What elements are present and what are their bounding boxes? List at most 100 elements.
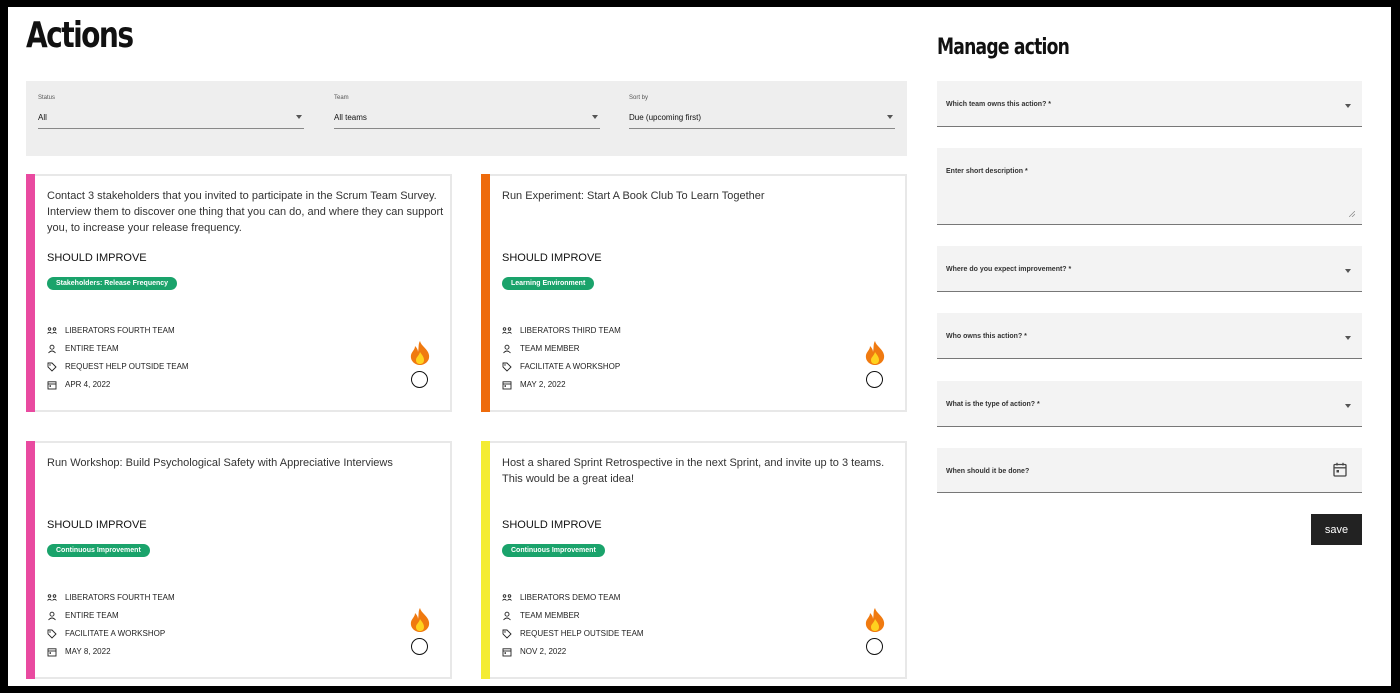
card-owner: TEAM MEMBER: [520, 344, 580, 353]
team-filter-label: Team: [334, 95, 349, 101]
caret-down-icon: [1345, 336, 1351, 340]
card-due-row: MAY 2, 2022: [502, 378, 802, 392]
calendar-icon: [502, 648, 512, 657]
card-owner: TEAM MEMBER: [520, 611, 580, 620]
caret-down-icon: [296, 115, 302, 119]
card-owner-row: ENTIRE TEAM: [47, 342, 347, 356]
card-team-row: LIBERATORS FOURTH TEAM: [47, 591, 347, 605]
action-card[interactable]: Run Experiment: Start A Book Club To Lea…: [481, 174, 907, 412]
caret-down-icon: [1345, 269, 1351, 273]
complete-checkbox[interactable]: [866, 371, 883, 388]
calendar-icon: [502, 381, 512, 390]
action-type-select[interactable]: What is the type of action? *: [937, 381, 1362, 427]
app-frame: Actions Status All Team All teams Sort b…: [8, 7, 1391, 686]
person-icon: [48, 344, 56, 354]
card-description: Contact 3 stakeholders that you invited …: [47, 190, 444, 234]
caret-down-icon: [1345, 104, 1351, 108]
save-button[interactable]: save: [1311, 514, 1362, 545]
improvement-select[interactable]: Where do you expect improvement? *: [937, 246, 1362, 292]
tag-icon: [502, 362, 512, 372]
owner-select[interactable]: Who owns this action? *: [937, 313, 1362, 359]
team-select-label: Which team owns this action? *: [946, 101, 1052, 108]
team-icon: [47, 594, 57, 601]
card-type-row: FACILITATE A WORKSHOP: [502, 360, 802, 374]
status-filter[interactable]: Status All: [38, 95, 304, 129]
card-color-stripe: [481, 174, 490, 412]
action-type-select-label: What is the type of action? *: [946, 401, 1040, 408]
complete-checkbox[interactable]: [866, 638, 883, 655]
card-type-row: REQUEST HELP OUTSIDE TEAM: [47, 360, 347, 374]
due-date-label: When should it be done?: [946, 468, 1030, 475]
card-description: Run Experiment: Start A Book Club To Lea…: [502, 190, 765, 202]
filter-bar: Status All Team All teams Sort by Due (u…: [26, 81, 907, 156]
sort-filter-value: Due (upcoming first): [629, 113, 702, 122]
team-filter-value: All teams: [334, 113, 367, 122]
status-filter-value: All: [38, 113, 47, 122]
card-type-row: REQUEST HELP OUTSIDE TEAM: [502, 627, 802, 641]
card-due-row: NOV 2, 2022: [502, 645, 802, 659]
card-tag: Continuous Improvement: [47, 544, 150, 557]
card-owner: ENTIRE TEAM: [65, 611, 119, 620]
caret-down-icon: [592, 115, 598, 119]
resize-handle-icon[interactable]: [1349, 211, 1355, 217]
card-team: LIBERATORS FOURTH TEAM: [65, 593, 175, 602]
due-date-field[interactable]: When should it be done?: [937, 448, 1362, 493]
calendar-icon[interactable]: [1333, 462, 1347, 477]
flame-icon: [865, 608, 885, 632]
action-card[interactable]: Host a shared Sprint Retrospective in th…: [481, 441, 907, 679]
calendar-icon: [47, 648, 57, 657]
card-team: LIBERATORS FOURTH TEAM: [65, 326, 175, 335]
status-filter-label: Status: [38, 95, 56, 101]
flame-icon: [865, 341, 885, 365]
card-owner: ENTIRE TEAM: [65, 344, 119, 353]
card-type: FACILITATE A WORKSHOP: [520, 362, 621, 371]
card-category: SHOULD IMPROVE: [47, 519, 147, 531]
team-icon: [502, 327, 512, 334]
team-filter[interactable]: Team All teams: [334, 95, 600, 129]
card-category: SHOULD IMPROVE: [502, 252, 602, 264]
card-team-row: LIBERATORS FOURTH TEAM: [47, 324, 347, 338]
card-team: LIBERATORS THIRD TEAM: [520, 326, 621, 335]
card-due-date: NOV 2, 2022: [520, 647, 567, 656]
card-type: REQUEST HELP OUTSIDE TEAM: [520, 629, 644, 638]
tag-icon: [47, 362, 57, 372]
card-team-row: LIBERATORS THIRD TEAM: [502, 324, 802, 338]
card-type: REQUEST HELP OUTSIDE TEAM: [65, 362, 189, 371]
card-due-row: MAY 8, 2022: [47, 645, 347, 659]
improvement-select-label: Where do you expect improvement? *: [946, 266, 1072, 273]
action-card[interactable]: Contact 3 stakeholders that you invited …: [26, 174, 452, 412]
calendar-icon: [47, 381, 57, 390]
card-owner-row: TEAM MEMBER: [502, 609, 802, 623]
owner-select-label: Who owns this action? *: [946, 333, 1027, 340]
card-color-stripe: [26, 174, 35, 412]
card-team: LIBERATORS DEMO TEAM: [520, 593, 621, 602]
action-card[interactable]: Run Workshop: Build Psychological Safety…: [26, 441, 452, 679]
person-icon: [503, 611, 511, 621]
card-tag: Continuous Improvement: [502, 544, 605, 557]
card-color-stripe: [481, 441, 490, 679]
manage-action-title: Manage action: [937, 35, 1070, 60]
tag-icon: [502, 629, 512, 639]
card-due-row: APR 4, 2022: [47, 378, 347, 392]
caret-down-icon: [1345, 404, 1351, 408]
short-description-field[interactable]: Enter short description *: [937, 148, 1362, 225]
card-due-date: MAY 8, 2022: [65, 647, 111, 656]
team-icon: [502, 594, 512, 601]
complete-checkbox[interactable]: [411, 371, 428, 388]
complete-checkbox[interactable]: [411, 638, 428, 655]
card-color-stripe: [26, 441, 35, 679]
sort-filter[interactable]: Sort by Due (upcoming first): [629, 95, 895, 129]
card-due-date: APR 4, 2022: [65, 380, 111, 389]
card-description: Run Workshop: Build Psychological Safety…: [47, 457, 393, 469]
page-title: Actions: [26, 15, 134, 56]
team-select[interactable]: Which team owns this action? *: [937, 81, 1362, 127]
card-team-row: LIBERATORS DEMO TEAM: [502, 591, 802, 605]
card-category: SHOULD IMPROVE: [47, 252, 147, 264]
sort-filter-label: Sort by: [629, 95, 649, 101]
person-icon: [48, 611, 56, 621]
card-tag: Stakeholders: Release Frequency: [47, 277, 178, 290]
card-description: Host a shared Sprint Retrospective in th…: [502, 457, 885, 485]
caret-down-icon: [887, 115, 893, 119]
tag-icon: [47, 629, 57, 639]
flame-icon: [410, 608, 430, 632]
